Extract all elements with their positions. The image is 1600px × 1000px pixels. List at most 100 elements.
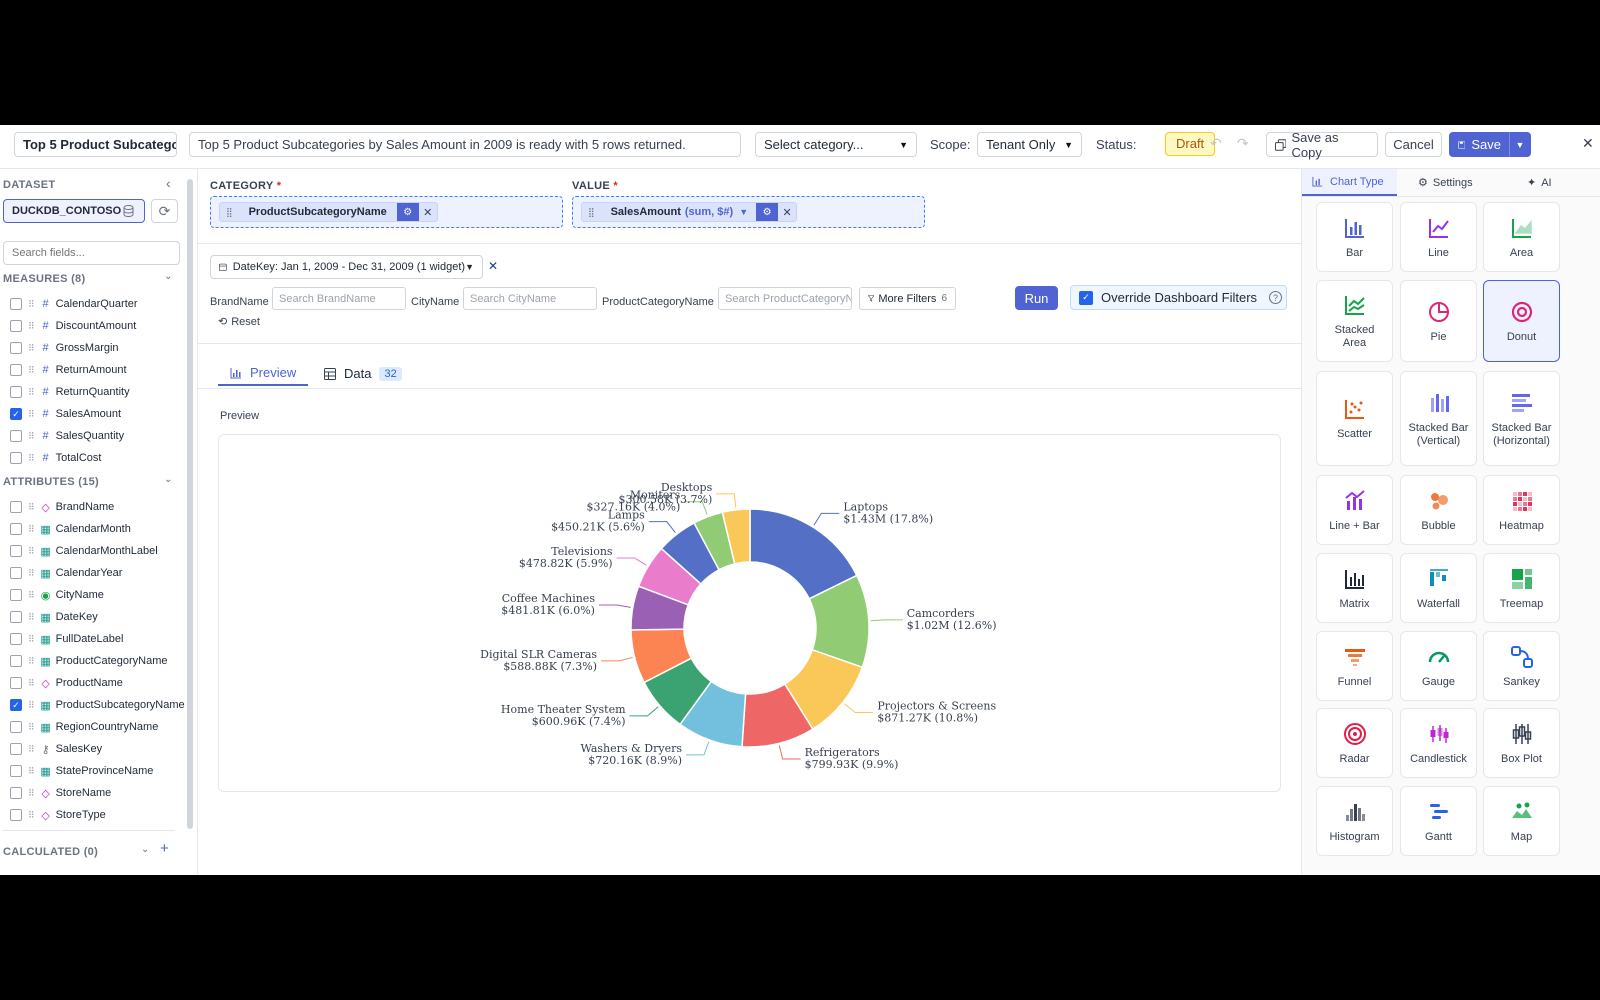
field-item[interactable]: ⠿ # ReturnQuantity <box>0 381 130 403</box>
chart-type-option[interactable]: Line <box>1400 202 1477 272</box>
run-button[interactable]: Run <box>1015 286 1058 310</box>
field-item[interactable]: ⠿ # SalesQuantity <box>0 425 124 447</box>
drag-handle-icon[interactable]: ⠿ <box>28 524 35 535</box>
cancel-button[interactable]: Cancel <box>1385 132 1442 157</box>
field-item[interactable]: ⠿ ◇ ProductName <box>0 672 123 694</box>
drag-handle-icon[interactable]: ⣿ <box>220 207 239 218</box>
drag-handle-icon[interactable]: ⠿ <box>28 365 35 376</box>
chevron-down-icon[interactable]: ⌄ <box>141 844 149 855</box>
field-checkbox[interactable] <box>10 523 22 535</box>
field-checkbox[interactable] <box>10 809 22 821</box>
save-as-copy-button[interactable]: Save as Copy <box>1266 130 1378 160</box>
chart-type-option[interactable]: Gantt <box>1400 786 1477 856</box>
more-filters-button[interactable]: More Filters 6 <box>859 287 956 310</box>
drag-handle-icon[interactable]: ⠿ <box>28 634 35 645</box>
tab-chart-type[interactable]: Chart Type <box>1302 169 1397 196</box>
field-item[interactable]: ⠿ ◉ CityName <box>0 584 104 606</box>
sidebar-scrollbar[interactable] <box>187 179 193 829</box>
chevron-down-icon[interactable]: ⌄ <box>164 271 172 282</box>
field-item[interactable]: ⠿ ▦ CalendarMonth <box>0 518 131 540</box>
value-aggregation[interactable]: (sum, $#) <box>685 206 739 218</box>
tab-preview[interactable]: Preview <box>218 361 308 386</box>
field-checkbox[interactable] <box>10 633 22 645</box>
field-checkbox[interactable] <box>10 430 22 442</box>
chart-type-option[interactable]: Donut <box>1483 280 1560 362</box>
chart-type-option[interactable]: Stacked Area <box>1316 280 1393 362</box>
clear-date-filter-icon[interactable]: ✕ <box>488 259 498 273</box>
search-fields-input[interactable] <box>3 241 180 265</box>
chart-type-option[interactable]: Histogram <box>1316 786 1393 856</box>
field-checkbox[interactable] <box>10 787 22 799</box>
dataset-selector[interactable]: DUCKDB_CONTOSO <box>3 199 145 223</box>
chart-type-option[interactable]: Map <box>1483 786 1560 856</box>
field-item[interactable]: ⠿ ◇ StoreName <box>0 782 111 804</box>
drag-handle-icon[interactable]: ⠿ <box>28 810 35 821</box>
save-options-dropdown[interactable]: ▼ <box>1509 132 1531 157</box>
field-checkbox[interactable]: ✓ <box>10 699 22 711</box>
chart-type-option[interactable]: Scatter <box>1316 371 1393 466</box>
chart-type-option[interactable]: Line + Bar <box>1316 475 1393 545</box>
field-checkbox[interactable] <box>10 743 22 755</box>
drag-handle-icon[interactable]: ⠿ <box>28 321 35 332</box>
field-item[interactable]: ⠿ ◇ BrandName <box>0 496 114 518</box>
field-item[interactable]: ⠿ # CalendarQuarter <box>0 293 138 315</box>
remove-field-icon[interactable]: ✕ <box>419 206 437 219</box>
drag-handle-icon[interactable]: ⠿ <box>28 744 35 755</box>
chart-type-option[interactable]: Candlestick <box>1400 708 1477 778</box>
field-options-icon[interactable]: ⚙ <box>396 203 419 221</box>
field-item[interactable]: ⠿ ⚷ SalesKey <box>0 738 102 760</box>
category-select[interactable]: Select category... ▼ <box>755 132 917 157</box>
tab-ai[interactable]: ✦ AI <box>1527 169 1552 196</box>
drag-handle-icon[interactable]: ⠿ <box>28 502 35 513</box>
collapse-sidebar-icon[interactable]: ‹ <box>166 175 171 191</box>
tab-settings[interactable]: ⚙ Settings <box>1418 169 1473 196</box>
field-item[interactable]: ⠿ ▦ FullDateLabel <box>0 628 123 650</box>
field-item[interactable]: ⠿ ▦ CalendarYear <box>0 562 122 584</box>
field-checkbox[interactable] <box>10 452 22 464</box>
field-item[interactable]: ⠿ # DiscountAmount <box>0 315 136 337</box>
drag-handle-icon[interactable]: ⠿ <box>28 431 35 442</box>
drag-handle-icon[interactable]: ⣿ <box>582 207 601 218</box>
field-item[interactable]: ⠿ ▦ RegionCountryName <box>0 716 158 738</box>
help-icon[interactable]: ? <box>1269 291 1283 304</box>
chart-type-option[interactable]: Radar <box>1316 708 1393 778</box>
category-field-chip[interactable]: ⣿ ProductSubcategoryName ⚙ ✕ <box>219 202 438 222</box>
field-item[interactable]: ⠿ ▦ DateKey <box>0 606 98 628</box>
drag-handle-icon[interactable]: ⠿ <box>28 656 35 667</box>
field-item[interactable]: ⠿ ▦ ProductCategoryName <box>0 650 167 672</box>
drag-handle-icon[interactable]: ⠿ <box>28 453 35 464</box>
tab-data[interactable]: Data 32 <box>324 361 402 386</box>
chart-type-option[interactable]: Gauge <box>1400 631 1477 701</box>
remove-field-icon[interactable]: ✕ <box>778 206 796 219</box>
description-input[interactable]: Top 5 Product Subcategories by Sales Amo… <box>189 132 741 157</box>
scope-select[interactable]: Tenant Only ▼ <box>977 132 1082 157</box>
override-checkbox[interactable]: ✓ <box>1079 290 1093 305</box>
chevron-down-icon[interactable]: ⌄ <box>164 474 172 485</box>
field-options-icon[interactable]: ⚙ <box>756 203 779 221</box>
override-dashboard-filters[interactable]: ✓ Override Dashboard Filters ? <box>1070 285 1287 310</box>
brand-filter-input[interactable]: Search BrandName <box>272 287 406 310</box>
chart-type-option[interactable]: Matrix <box>1316 553 1393 623</box>
field-checkbox[interactable] <box>10 721 22 733</box>
field-checkbox[interactable] <box>10 386 22 398</box>
drag-handle-icon[interactable]: ⠿ <box>28 722 35 733</box>
drag-handle-icon[interactable]: ⠿ <box>28 612 35 623</box>
chart-type-option[interactable]: Area <box>1483 202 1560 272</box>
field-item[interactable]: ✓ ⠿ # SalesAmount <box>0 403 121 425</box>
chart-type-option[interactable]: Pie <box>1400 280 1477 362</box>
chart-type-option[interactable]: Bubble <box>1400 475 1477 545</box>
drag-handle-icon[interactable]: ⠿ <box>28 788 35 799</box>
chart-type-option[interactable]: Bar <box>1316 202 1393 272</box>
drag-handle-icon[interactable]: ⠿ <box>28 409 35 420</box>
field-checkbox[interactable] <box>10 545 22 557</box>
field-checkbox[interactable] <box>10 677 22 689</box>
chart-type-option[interactable]: Heatmap <box>1483 475 1560 545</box>
category-drop-zone[interactable]: ⣿ ProductSubcategoryName ⚙ ✕ <box>210 196 563 228</box>
drag-handle-icon[interactable]: ⠿ <box>28 678 35 689</box>
drag-handle-icon[interactable]: ⠿ <box>28 700 35 711</box>
chart-type-option[interactable]: Sankey <box>1483 631 1560 701</box>
field-checkbox[interactable] <box>10 298 22 310</box>
drag-handle-icon[interactable]: ⠿ <box>28 568 35 579</box>
value-field-chip[interactable]: ⣿ SalesAmount (sum, $#) ▼ ⚙ ✕ <box>581 202 798 222</box>
save-button[interactable]: Save <box>1449 132 1510 157</box>
